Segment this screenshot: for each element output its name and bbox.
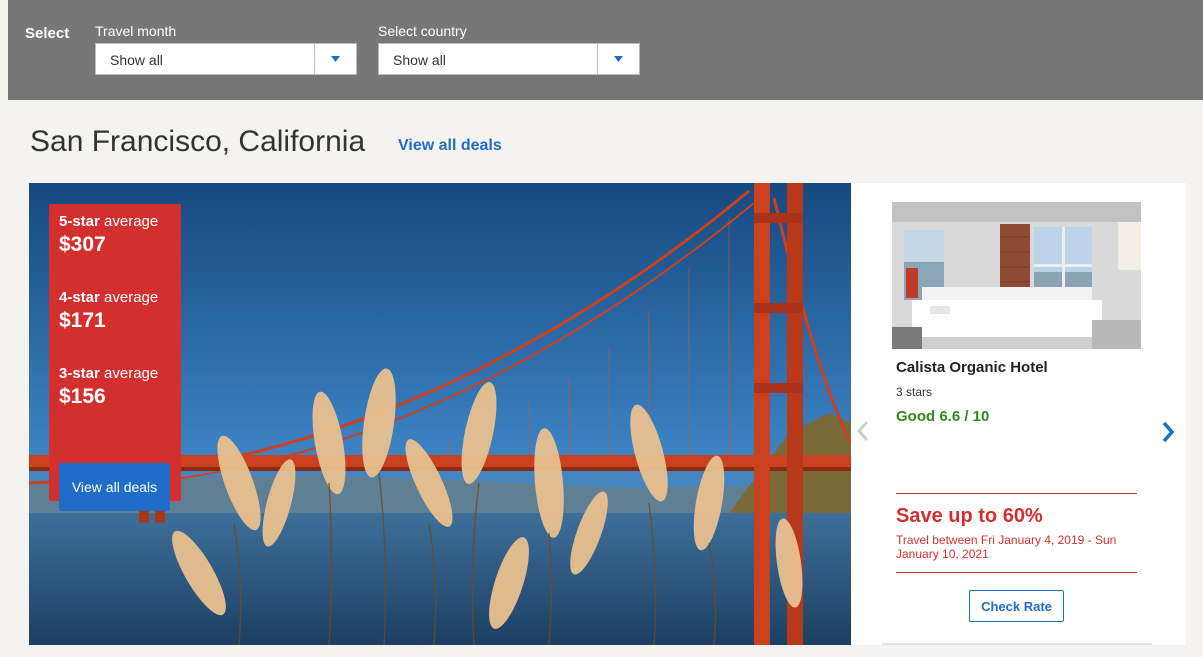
average-label: average [99,213,159,230]
average-label: average [99,289,159,306]
save-headline: Save up to 60% [896,505,1043,527]
three-star-price: $156 [59,385,106,408]
city-title: San Francisco, California [30,125,366,158]
hero-banner: 5-star average $307 4-star average $171 … [29,183,851,645]
hotel-deal-card: Calista Organic Hotel 3 stars Good 6.6 /… [851,183,1186,645]
four-star-label: 4-star [59,289,100,306]
average-label: average [99,365,159,382]
chevron-left-icon[interactable] [856,420,870,442]
filter-bar: Select Travel month Show all Select coun… [8,0,1203,100]
view-all-deals-link[interactable]: View all deals [398,137,502,155]
five-star-average: 5-star average $307 [59,213,158,257]
hotel-guest-rating: Good 6.6 / 10 [896,408,990,425]
caret-down-icon [331,56,340,62]
filter-title: Select [25,25,70,42]
hotel-star-rating: 3 stars [896,385,933,399]
caret-down-icon [614,56,623,62]
hotel-room-image [892,202,1141,349]
country-dropdown-button[interactable] [597,44,639,74]
country-label: Select country [378,23,467,39]
country-filter: Select country Show all [378,23,640,75]
travel-dates: Travel between Fri January 4, 2019 - Sun… [896,533,1117,561]
travel-month-select[interactable]: Show all [95,43,357,75]
chevron-right-icon[interactable] [1161,421,1175,443]
hotel-room-photo[interactable] [892,202,1141,349]
four-star-average: 4-star average $171 [59,289,158,333]
four-star-price: $171 [59,309,106,332]
country-select[interactable]: Show all [378,43,640,75]
card-bottom-border [882,643,1152,645]
five-star-label: 5-star [59,213,100,230]
check-rate-button[interactable]: Check Rate [969,590,1064,622]
country-value: Show all [393,52,446,68]
travel-month-label: Travel month [95,23,177,39]
three-star-label: 3-star [59,365,100,382]
hotel-name[interactable]: Calista Organic Hotel [896,359,1048,376]
deal-divider-top [896,493,1137,494]
travel-month-dropdown-button[interactable] [314,44,356,74]
view-all-deals-button[interactable]: View all deals [59,463,170,511]
five-star-price: $307 [59,233,106,256]
deal-divider-bottom [896,572,1137,573]
star-averages-panel: 5-star average $307 4-star average $171 … [49,204,181,511]
travel-month-value: Show all [110,52,163,68]
three-star-average: 3-star average $156 [59,365,158,409]
travel-month-filter: Travel month Show all [95,23,357,75]
